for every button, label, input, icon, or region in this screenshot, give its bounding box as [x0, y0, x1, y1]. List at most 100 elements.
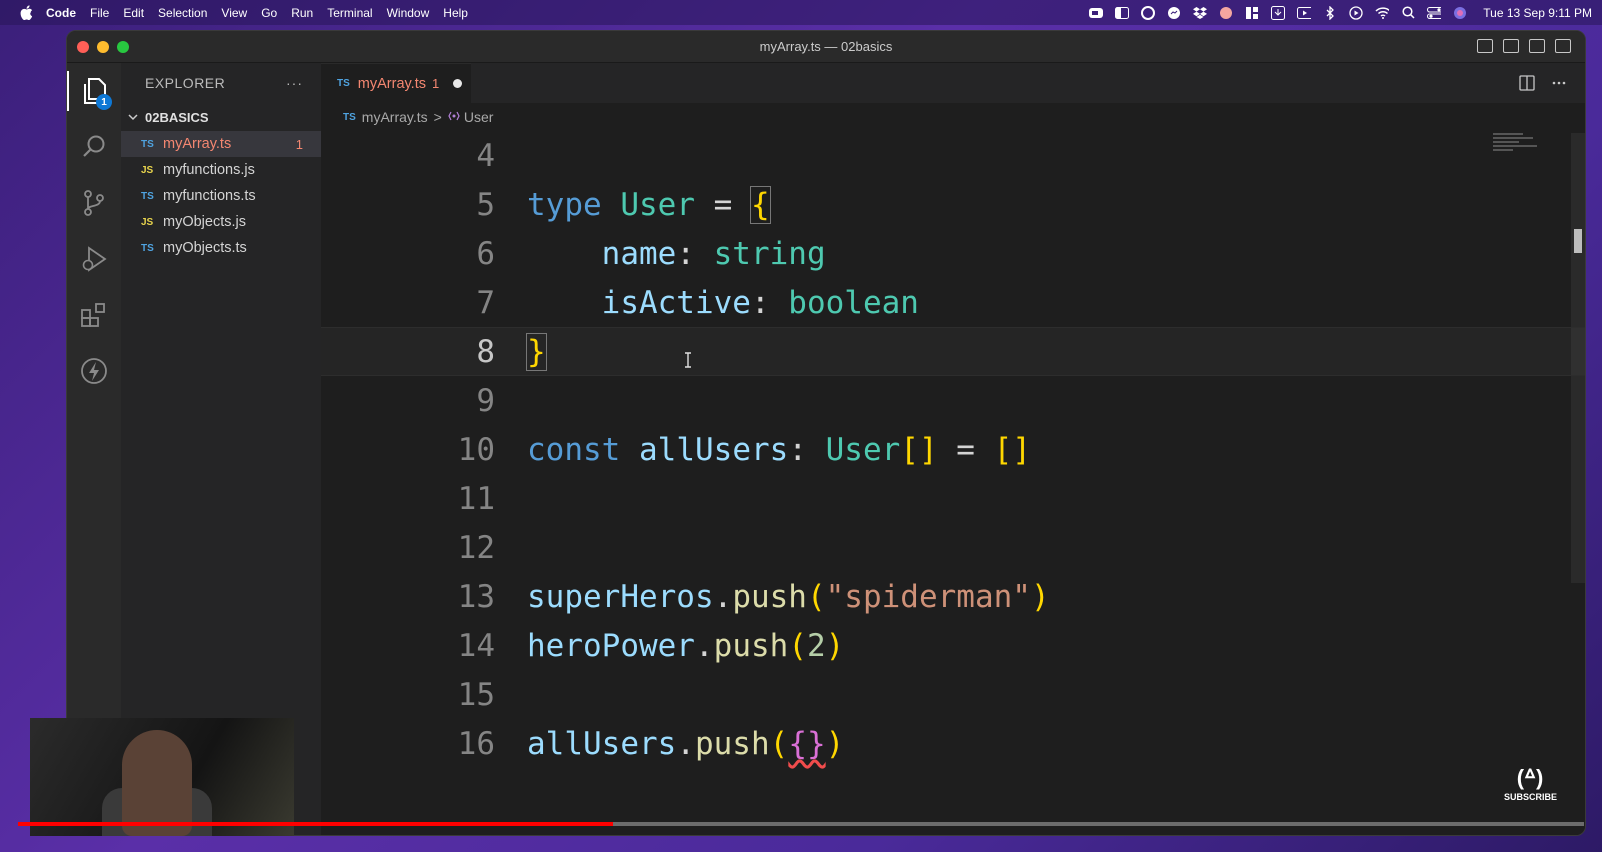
code-line: 5 type User = {: [321, 180, 1585, 229]
split-editor-icon[interactable]: [1519, 75, 1535, 91]
ts-file-icon: TS: [141, 242, 154, 254]
menu-run[interactable]: Run: [291, 6, 313, 20]
customize-layout-icon[interactable]: [1555, 39, 1571, 53]
file-label: myfunctions.js: [163, 162, 255, 178]
presenter-figure: [122, 730, 192, 836]
toggle-panel-icon[interactable]: [1503, 39, 1519, 53]
creative-cloud-icon[interactable]: [1141, 5, 1156, 20]
subscribe-label: SUBSCRIBE: [1504, 792, 1558, 802]
lightning-icon: [81, 358, 107, 384]
grid-app-icon[interactable]: [1245, 6, 1259, 20]
line-number: 8: [476, 333, 495, 370]
ts-file-icon: TS: [141, 190, 154, 202]
download-icon[interactable]: [1271, 5, 1286, 20]
vscode-window: myArray.ts — 02basics 1 EXPLORER ··· 02B…: [66, 30, 1586, 836]
file-label: myfunctions.ts: [163, 188, 256, 204]
menu-app-code[interactable]: Code: [46, 6, 76, 20]
line-number: 5: [476, 186, 495, 223]
activity-run-debug[interactable]: [67, 231, 121, 287]
record-icon[interactable]: [1219, 6, 1233, 20]
file-item-myobjects-js[interactable]: JS myObjects.js: [121, 209, 321, 235]
toggle-secondary-sidebar-icon[interactable]: [1529, 39, 1545, 53]
subscribe-watermark[interactable]: (ᐞ) SUBSCRIBE: [1504, 764, 1558, 810]
activity-source-control[interactable]: [67, 175, 121, 231]
code-text: const allUsers: User[] = []: [527, 431, 1031, 468]
toggle-primary-sidebar-icon[interactable]: [1477, 39, 1493, 53]
line-number: 12: [457, 529, 495, 566]
menu-file[interactable]: File: [90, 6, 109, 20]
zoom-icon[interactable]: [1089, 6, 1104, 20]
menu-window[interactable]: Window: [387, 6, 430, 20]
menu-selection[interactable]: Selection: [158, 6, 207, 20]
menu-go[interactable]: Go: [261, 6, 277, 20]
activity-thunder-client[interactable]: [67, 343, 121, 399]
menu-terminal[interactable]: Terminal: [327, 6, 372, 20]
file-label: myObjects.js: [163, 214, 246, 230]
breadcrumb-separator: >: [433, 109, 442, 125]
file-label: myArray.ts: [163, 136, 232, 152]
ts-file-icon: TS: [343, 111, 356, 123]
siri-icon[interactable]: [1453, 6, 1467, 20]
tab-actions: [1519, 75, 1567, 91]
menu-edit[interactable]: Edit: [123, 6, 144, 20]
code-line: 13 superHeros.push("spiderman"): [321, 572, 1585, 621]
file-item-myfunctions-js[interactable]: JS myfunctions.js: [121, 157, 321, 183]
text-cursor-icon: [685, 352, 691, 368]
wifi-icon[interactable]: [1375, 6, 1390, 20]
breadcrumb-symbol[interactable]: User: [464, 109, 494, 125]
code-text: }: [526, 332, 547, 371]
spotlight-search-icon[interactable]: [1401, 6, 1415, 20]
error-squiggle: {}: [788, 725, 826, 762]
tab-myarray-ts[interactable]: TS myArray.ts 1: [321, 63, 471, 103]
presenter-webcam: [30, 718, 294, 836]
code-line: 6 name: string: [321, 229, 1585, 278]
control-center-icon[interactable]: [1427, 6, 1442, 20]
line-number: 15: [457, 676, 495, 713]
menubar-tray: Tue 13 Sep 9:11 PM: [1089, 0, 1592, 25]
screen-record-icon[interactable]: [1297, 6, 1312, 20]
search-icon: [83, 135, 105, 157]
unsaved-dot-icon[interactable]: [453, 79, 463, 88]
ts-file-icon: TS: [141, 138, 154, 150]
code-text: type User = {: [527, 185, 771, 224]
breadcrumb-file[interactable]: myArray.ts: [362, 109, 428, 125]
messenger-icon[interactable]: [1167, 6, 1181, 20]
layout-controls: [1477, 39, 1571, 53]
bluetooth-icon[interactable]: [1323, 5, 1337, 20]
file-item-myfunctions-ts[interactable]: TS myfunctions.ts: [121, 183, 321, 209]
activity-explorer[interactable]: 1: [67, 63, 121, 119]
menu-view[interactable]: View: [221, 6, 247, 20]
macos-menubar: Code File Edit Selection View Go Run Ter…: [0, 0, 1602, 25]
activity-extensions[interactable]: [67, 287, 121, 343]
title-bar: myArray.ts — 02basics: [67, 31, 1585, 63]
problem-count: 1: [295, 136, 303, 152]
play-circle-icon[interactable]: [1349, 5, 1363, 20]
tab-problem-count: 1: [431, 76, 440, 91]
line-number: 14: [457, 627, 495, 664]
code-text: superHeros.push("spiderman"): [527, 578, 1050, 615]
code-editor[interactable]: 4 5 type User = { 6 name: string 7 isAct…: [321, 131, 1585, 835]
line-number: 11: [457, 480, 495, 517]
code-line: 10 const allUsers: User[] = []: [321, 425, 1585, 474]
menubar-clock[interactable]: Tue 13 Sep 9:11 PM: [1483, 6, 1592, 20]
freecodecamp-flame-icon: (ᐞ): [1516, 765, 1544, 790]
apple-icon[interactable]: [18, 5, 34, 21]
explorer-title: EXPLORER: [145, 75, 226, 91]
file-item-myarray-ts[interactable]: TS myArray.ts 1: [121, 131, 321, 157]
source-control-icon: [84, 190, 104, 216]
activity-search[interactable]: [67, 119, 121, 175]
dropbox-icon[interactable]: [1193, 6, 1208, 20]
menu-help[interactable]: Help: [443, 6, 468, 20]
tab-label: myArray.ts: [357, 75, 426, 92]
folder-02basics[interactable]: 02BASICS: [121, 103, 321, 131]
more-actions-icon[interactable]: [1551, 75, 1567, 91]
file-item-myobjects-ts[interactable]: TS myObjects.ts: [121, 235, 321, 261]
more-actions-icon[interactable]: ···: [286, 75, 303, 91]
video-progress-bar[interactable]: [18, 822, 1584, 826]
code-line: 7 isActive: boolean: [321, 278, 1585, 327]
line-number: 4: [476, 137, 495, 174]
editor-area: TS myArray.ts 1 TS myArray.ts > User 4 5…: [321, 63, 1585, 835]
line-number: 6: [476, 235, 495, 272]
code-line: 11: [321, 474, 1585, 523]
sidebar-toggle-icon[interactable]: [1115, 6, 1130, 20]
